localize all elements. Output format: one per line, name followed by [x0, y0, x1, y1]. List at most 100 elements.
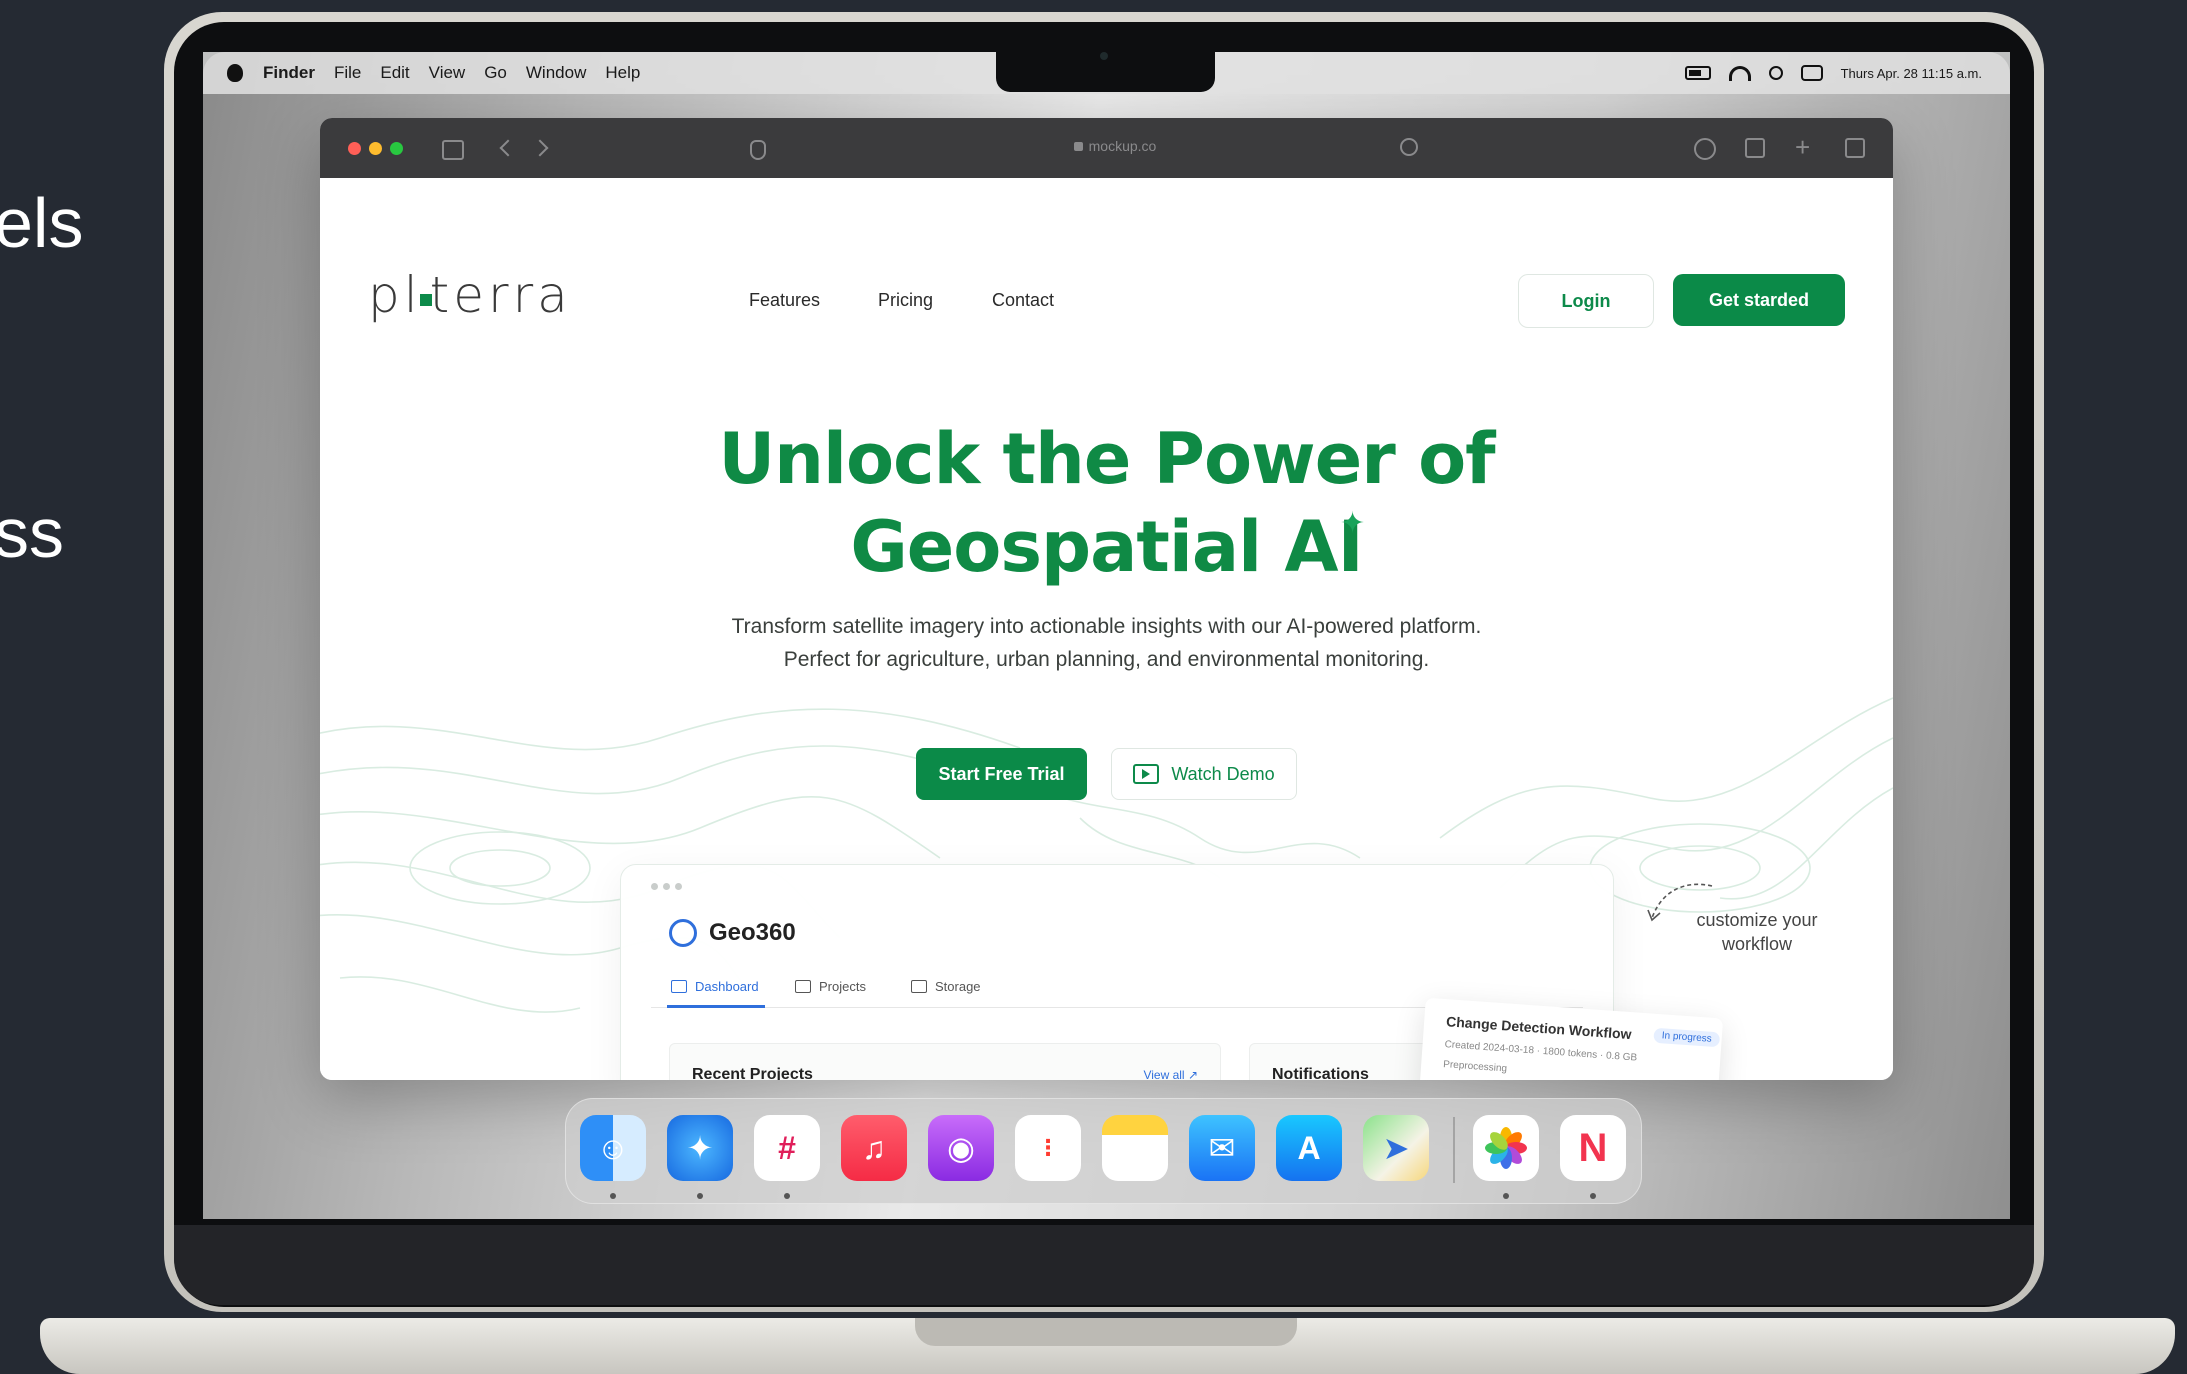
battery-icon[interactable]	[1684, 66, 1711, 80]
view-all-label: View all	[1143, 1068, 1185, 1080]
slack-icon[interactable]: #	[754, 1115, 820, 1181]
play-video-icon	[1133, 764, 1160, 784]
photos-flower-icon	[1485, 1127, 1527, 1169]
reminders-icon[interactable]: ⋮	[1015, 1115, 1081, 1181]
url-text: mockup.co	[1088, 138, 1157, 154]
menu-window[interactable]: Window	[526, 63, 586, 83]
minimize-window-button[interactable]	[369, 141, 382, 155]
mail-icon[interactable]: ✉	[1189, 1115, 1255, 1181]
site-logo[interactable]: pl terra	[368, 266, 572, 324]
workflow-meta: Created 2024-03-18 · 1800 tokens · 0.8 G…	[1444, 1039, 1638, 1064]
storage-icon	[911, 980, 927, 993]
logo-text-start: pl	[368, 266, 422, 324]
side-text-top: els	[0, 184, 84, 262]
nav-features[interactable]: Features	[749, 290, 820, 311]
recent-projects-title: Recent Projects	[692, 1066, 813, 1080]
customize-workflow-note: customize your workflow	[1696, 910, 1818, 954]
side-text-bottom: ss	[0, 494, 64, 572]
maps-icon[interactable]: ➤	[1363, 1115, 1429, 1181]
camera-icon	[1100, 52, 1108, 60]
privacy-shield-icon[interactable]	[750, 140, 766, 160]
share-icon[interactable]	[1745, 138, 1765, 158]
hero-title-line-2: Geospatial AI	[850, 506, 1363, 588]
tab-dashboard[interactable]: Dashboard	[671, 979, 759, 994]
music-icon[interactable]: ♫	[841, 1115, 907, 1181]
notifications-title: Notifications	[1272, 1066, 1369, 1080]
close-window-button[interactable]	[348, 141, 361, 155]
safari-window: mockup.co + pl terra Features Pricing Co…	[320, 118, 1893, 1080]
laptop-chin	[174, 1225, 2034, 1305]
nav-pricing[interactable]: Pricing	[878, 290, 933, 311]
workflow-status-badge: In progress	[1653, 1027, 1721, 1048]
folder-icon	[795, 980, 811, 993]
workflow-tokens: 1800 tokens	[1542, 1046, 1598, 1061]
control-center-icon[interactable]	[1800, 65, 1823, 81]
news-icon[interactable]: N	[1560, 1115, 1626, 1181]
running-indicator	[1590, 1193, 1596, 1199]
watch-demo-label: Watch Demo	[1171, 763, 1275, 784]
photos-icon[interactable]	[1473, 1115, 1539, 1181]
apple-icon[interactable]	[227, 64, 243, 82]
login-button[interactable]: Login	[1518, 274, 1654, 328]
watch-demo-button[interactable]: Watch Demo	[1111, 748, 1297, 800]
hero-subtitle-line-2: Perfect for agriculture, urban planning,…	[783, 648, 1430, 671]
geo360-logo-icon	[669, 919, 697, 947]
workflow-created: Created 2024-03-18	[1444, 1039, 1535, 1057]
laptop-base-notch	[915, 1318, 1297, 1346]
app-title: Geo360	[669, 919, 796, 947]
view-all-link[interactable]: View all ↗	[1143, 1068, 1198, 1080]
chart-icon	[671, 980, 687, 993]
reload-icon[interactable]	[1400, 138, 1418, 156]
app-name: Geo360	[709, 919, 796, 946]
sidebar-toggle-icon[interactable]	[442, 140, 464, 160]
menu-file[interactable]: File	[334, 63, 361, 83]
tab-projects[interactable]: Projects	[795, 979, 866, 994]
workflow-size: 0.8 GB	[1605, 1050, 1638, 1064]
sparkle-icon: ✦	[1340, 507, 1366, 540]
menu-view[interactable]: View	[429, 63, 466, 83]
menu-help[interactable]: Help	[605, 63, 640, 83]
running-indicator	[697, 1193, 703, 1199]
wifi-icon[interactable]	[1728, 65, 1751, 81]
back-icon[interactable]	[499, 139, 517, 157]
app-store-icon[interactable]: A	[1276, 1115, 1342, 1181]
get-started-button[interactable]: Get starded	[1673, 274, 1845, 326]
logo-text-end: terra	[429, 266, 572, 324]
forward-icon[interactable]	[531, 139, 549, 157]
notes-icon[interactable]	[1102, 1115, 1168, 1181]
start-free-trial-button[interactable]: Start Free Trial	[916, 748, 1087, 800]
new-tab-icon[interactable]: +	[1795, 134, 1810, 160]
hero-subtitle-line-1: Transform satellite imagery into actiona…	[731, 615, 1482, 638]
finder-icon[interactable]: ☺	[580, 1115, 646, 1181]
hero-title-line-1: Unlock the Power of	[718, 418, 1495, 500]
nav-contact[interactable]: Contact	[992, 290, 1054, 311]
tab-overview-icon[interactable]	[1845, 138, 1865, 158]
recent-projects-card: Recent Projects View all ↗	[669, 1043, 1221, 1080]
tab-dashboard-label: Dashboard	[695, 979, 759, 994]
running-indicator	[610, 1193, 616, 1199]
menu-finder[interactable]: Finder	[263, 63, 315, 83]
active-tab-indicator	[667, 1005, 765, 1008]
menu-go[interactable]: Go	[484, 63, 507, 83]
spotlight-search-icon[interactable]	[1768, 66, 1783, 80]
fullscreen-window-button[interactable]	[390, 141, 403, 155]
address-bar[interactable]: mockup.co	[1055, 138, 1175, 154]
downloads-icon[interactable]	[1694, 138, 1716, 160]
menubar-clock[interactable]: Thurs Apr. 28 11:15 a.m.	[1841, 66, 1982, 81]
tab-storage[interactable]: Storage	[911, 979, 981, 994]
menu-edit[interactable]: Edit	[380, 63, 409, 83]
dock-separator	[1453, 1117, 1455, 1183]
safari-icon[interactable]: ✦	[667, 1115, 733, 1181]
macos-dock: ☺ ✦ # ♫ ◉ ⋮ ✉ A ➤ N	[565, 1098, 1642, 1204]
workflow-step: Preprocessing	[1442, 1059, 1508, 1075]
menubar-status-area: Thurs Apr. 28 11:15 a.m.	[1684, 65, 1982, 81]
running-indicator	[784, 1193, 790, 1199]
tab-projects-label: Projects	[819, 979, 866, 994]
podcasts-icon[interactable]: ◉	[928, 1115, 994, 1181]
running-indicator	[1503, 1193, 1509, 1199]
browser-toolbar: mockup.co +	[320, 118, 1893, 178]
workflow-title: Change Detection Workflow	[1445, 1013, 1633, 1043]
lock-icon	[1073, 142, 1083, 151]
window-dots-icon	[651, 883, 682, 890]
webpage: pl terra Features Pricing Contact Login G…	[320, 178, 1893, 1080]
